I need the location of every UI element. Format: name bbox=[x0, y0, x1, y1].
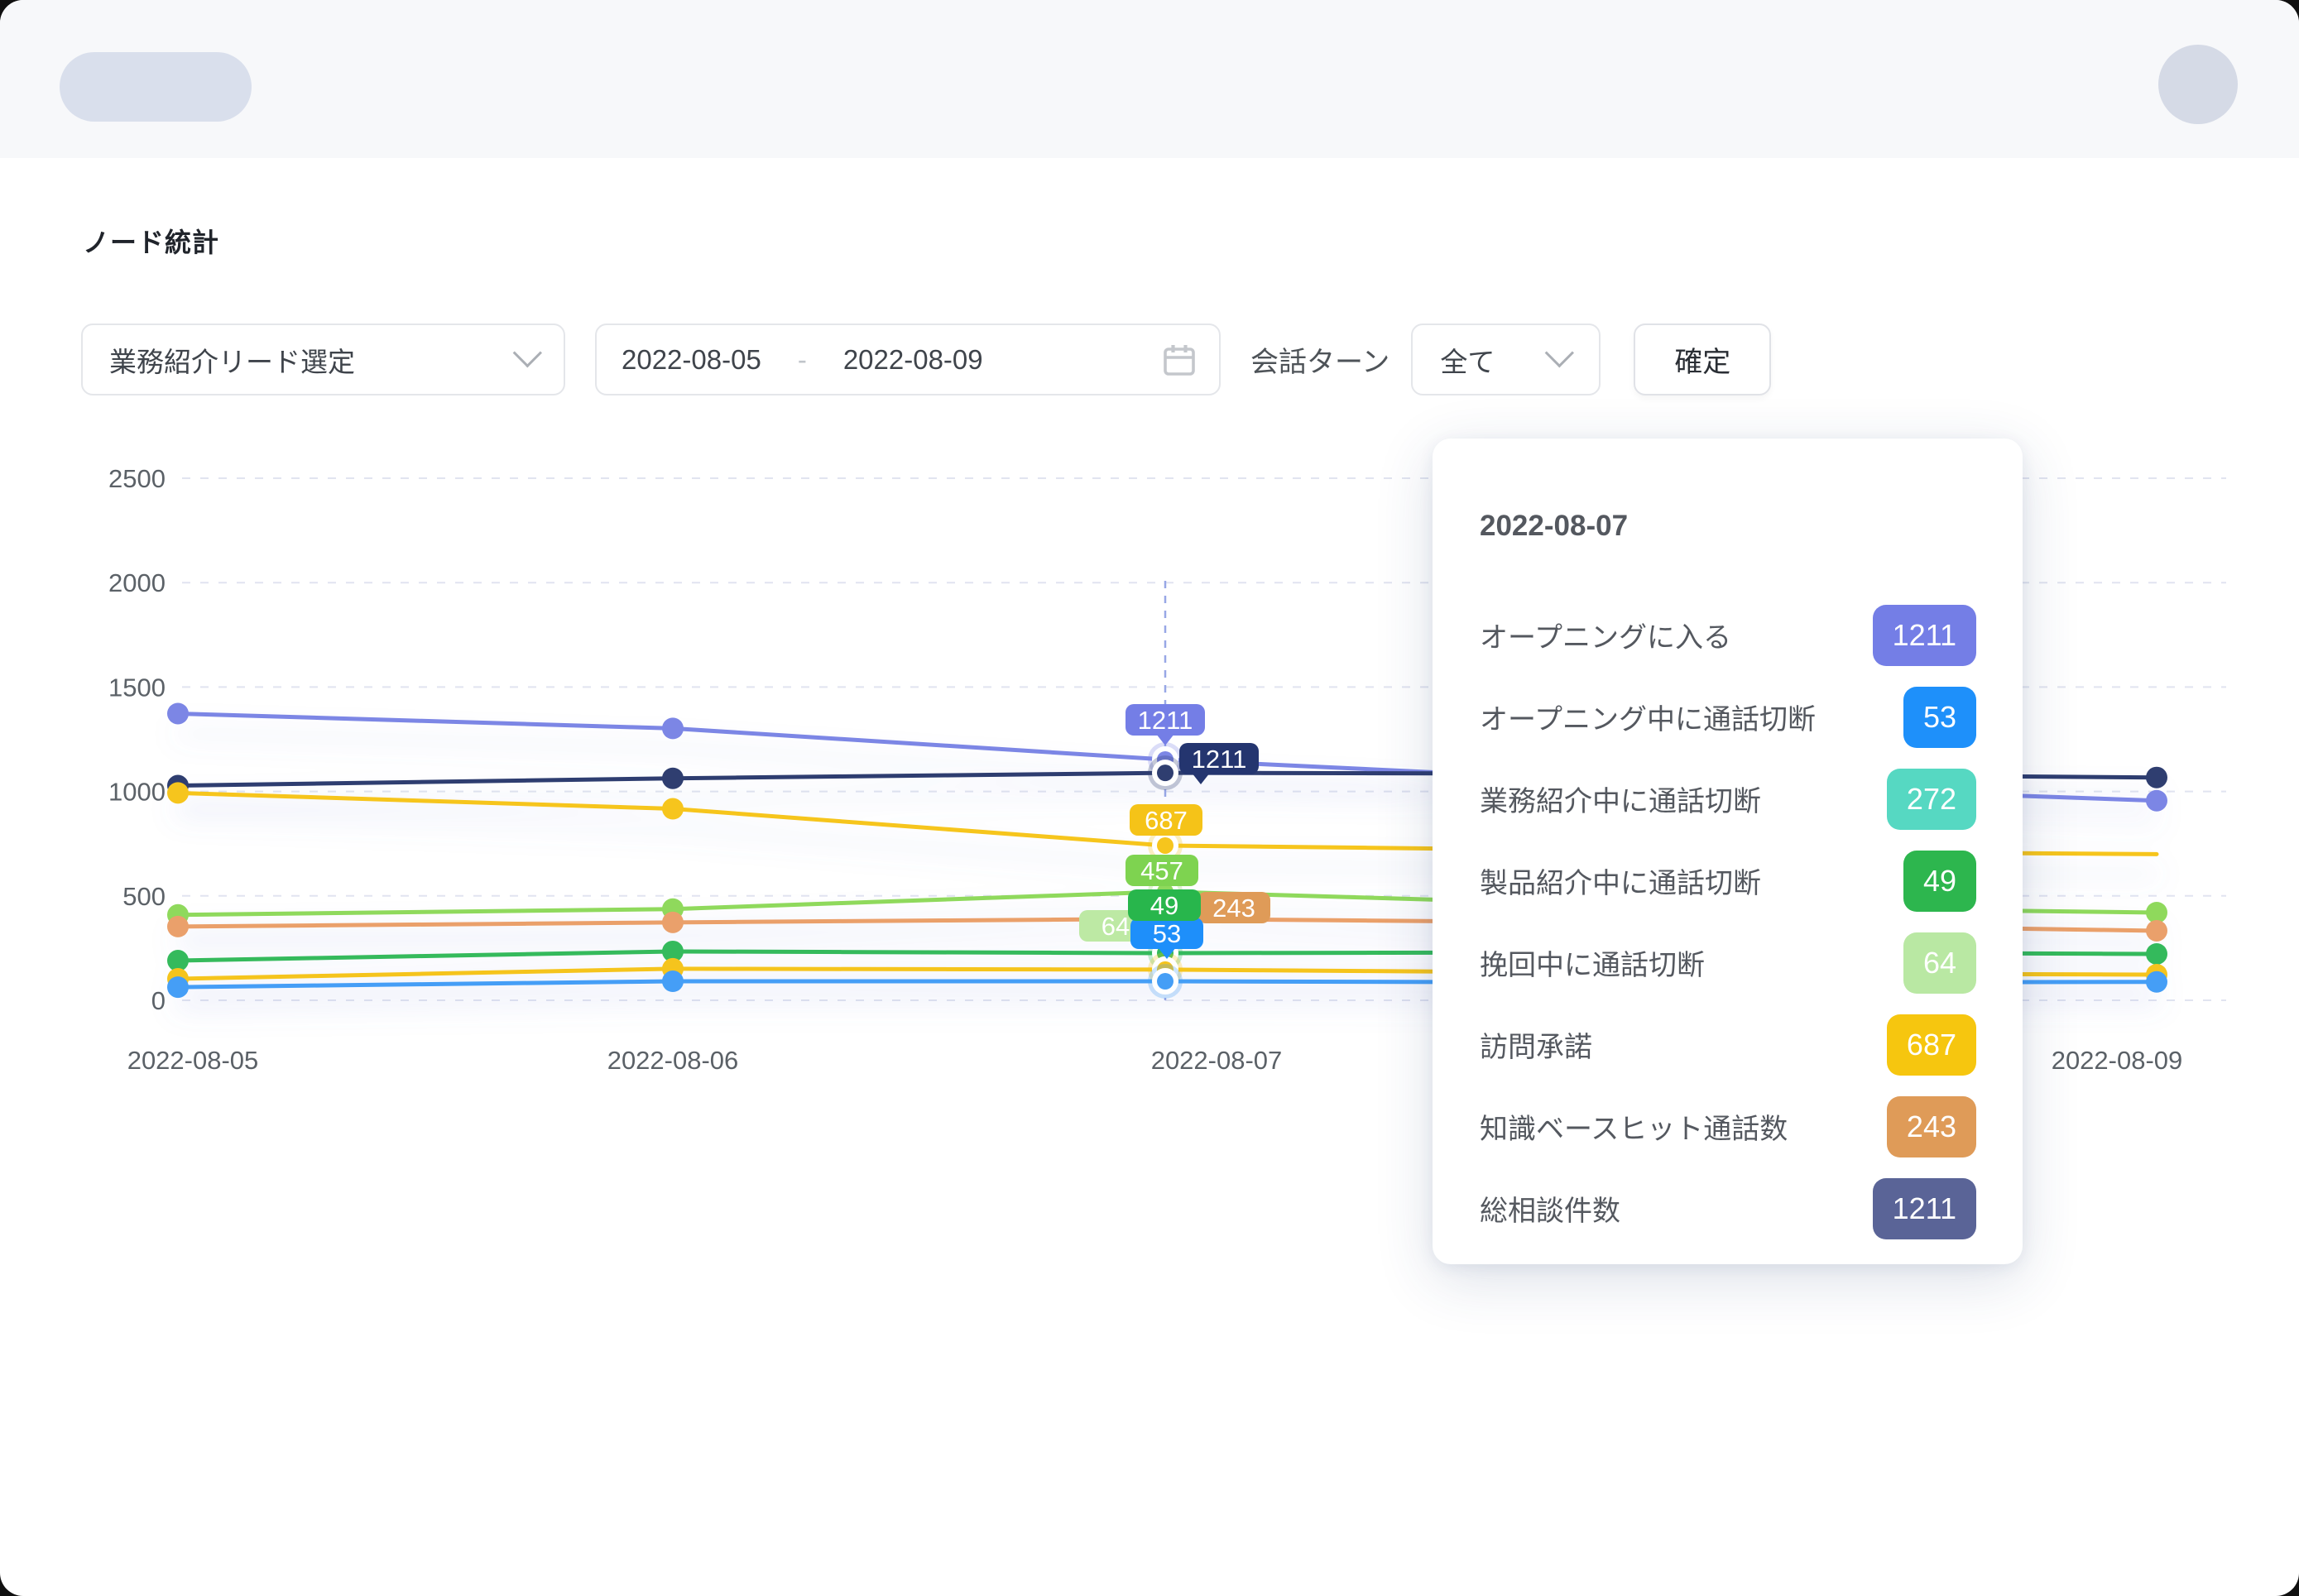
tooltip-row: 総相談件数 1211 bbox=[1480, 1167, 1976, 1249]
tooltip-row: 業務紹介中に通話切断 272 bbox=[1480, 758, 1976, 840]
point-value-badge: 49 bbox=[1128, 889, 1201, 921]
point-value-badge: 457 bbox=[1126, 855, 1198, 886]
data-point bbox=[2146, 971, 2167, 993]
tooltip-row: 挽回中に通話切断 64 bbox=[1480, 922, 1976, 1004]
tooltip-row: 製品紹介中に通話切断 49 bbox=[1480, 840, 1976, 922]
tooltip-row-value-badge: 1211 bbox=[1873, 605, 1976, 666]
data-point bbox=[167, 782, 189, 803]
tooltip-row-value-badge: 687 bbox=[1887, 1014, 1976, 1076]
tooltip-row: 訪問承諾 687 bbox=[1480, 1004, 1976, 1086]
y-tick-label: 1500 bbox=[108, 673, 166, 702]
chart-tooltip: 2022-08-07 オープニングに入る 1211 オープニング中に通話切断 53 業務… bbox=[1433, 439, 2023, 1264]
tooltip-row-value-badge: 243 bbox=[1887, 1096, 1976, 1157]
data-point bbox=[2146, 920, 2167, 942]
tooltip-row-label: 総相談件数 bbox=[1480, 1188, 1620, 1229]
svg-text:64: 64 bbox=[1102, 912, 1130, 941]
hover-point bbox=[1157, 764, 1173, 781]
tooltip-row-value-badge: 49 bbox=[1903, 851, 1976, 912]
data-point bbox=[662, 912, 684, 933]
tooltip-row-label: 知識ベースヒット通話数 bbox=[1480, 1106, 1788, 1147]
app-window: ノード統計 業務紹介リード選定 2022-08-05 - 2022-08-09 … bbox=[0, 0, 2299, 1596]
point-value-badge: 1211 bbox=[1179, 743, 1259, 784]
svg-text:49: 49 bbox=[1150, 891, 1178, 920]
tooltip-row-label: 製品紹介中に通話切断 bbox=[1480, 860, 1761, 901]
x-tick-label: 2022-08-06 bbox=[607, 1046, 739, 1075]
y-tick-label: 500 bbox=[122, 882, 166, 911]
svg-text:457: 457 bbox=[1140, 856, 1183, 885]
tooltip-row-label: 挽回中に通話切断 bbox=[1480, 942, 1705, 983]
point-value-badge: 687 bbox=[1130, 804, 1202, 836]
tooltip-row-label: オープニング中に通話切断 bbox=[1480, 697, 1816, 737]
y-tick-label: 2000 bbox=[108, 568, 166, 597]
y-tick-label: 2500 bbox=[108, 464, 166, 493]
svg-text:243: 243 bbox=[1212, 894, 1255, 923]
x-tick-label: 2022-08-09 bbox=[2052, 1046, 2183, 1075]
data-point bbox=[662, 768, 684, 789]
hover-point bbox=[1157, 973, 1173, 990]
svg-text:1211: 1211 bbox=[1138, 706, 1193, 735]
tooltip-row: オープニング中に通話切断 53 bbox=[1480, 676, 1976, 758]
y-tick-label: 1000 bbox=[108, 778, 166, 807]
data-point bbox=[662, 717, 684, 739]
data-point bbox=[167, 976, 189, 998]
tooltip-row-value-badge: 1211 bbox=[1873, 1178, 1976, 1239]
x-tick-label: 2022-08-07 bbox=[1151, 1046, 1283, 1075]
y-tick-label: 0 bbox=[151, 986, 166, 1015]
tooltip-row-label: オープニングに入る bbox=[1480, 615, 1731, 655]
svg-text:1211: 1211 bbox=[1192, 745, 1247, 774]
tooltip-date: 2022-08-07 bbox=[1480, 510, 1976, 543]
tooltip-row-value-badge: 53 bbox=[1903, 687, 1976, 748]
tooltip-row-value-badge: 64 bbox=[1903, 932, 1976, 994]
data-point bbox=[2146, 767, 2167, 788]
data-point bbox=[2146, 790, 2167, 812]
tooltip-row-label: 訪問承諾 bbox=[1480, 1024, 1592, 1065]
data-point bbox=[167, 916, 189, 937]
point-value-badge: 1211 bbox=[1126, 704, 1205, 745]
data-point bbox=[662, 798, 684, 820]
tooltip-row: 知識ベースヒット通話数 243 bbox=[1480, 1086, 1976, 1167]
tooltip-rows: オープニングに入る 1211 オープニング中に通話切断 53 業務紹介中に通話切断 272… bbox=[1480, 594, 1976, 1249]
tooltip-row-value-badge: 272 bbox=[1887, 769, 1976, 830]
svg-text:53: 53 bbox=[1153, 919, 1181, 948]
point-value-badge: 243 bbox=[1197, 892, 1270, 923]
data-point bbox=[167, 702, 189, 724]
tooltip-row-label: 業務紹介中に通話切断 bbox=[1480, 779, 1761, 819]
tooltip-row: オープニングに入る 1211 bbox=[1480, 594, 1976, 676]
hover-point bbox=[1157, 837, 1173, 854]
data-point bbox=[2146, 943, 2167, 965]
x-tick-label: 2022-08-05 bbox=[127, 1046, 259, 1075]
data-point bbox=[662, 971, 684, 992]
svg-text:687: 687 bbox=[1145, 806, 1188, 835]
